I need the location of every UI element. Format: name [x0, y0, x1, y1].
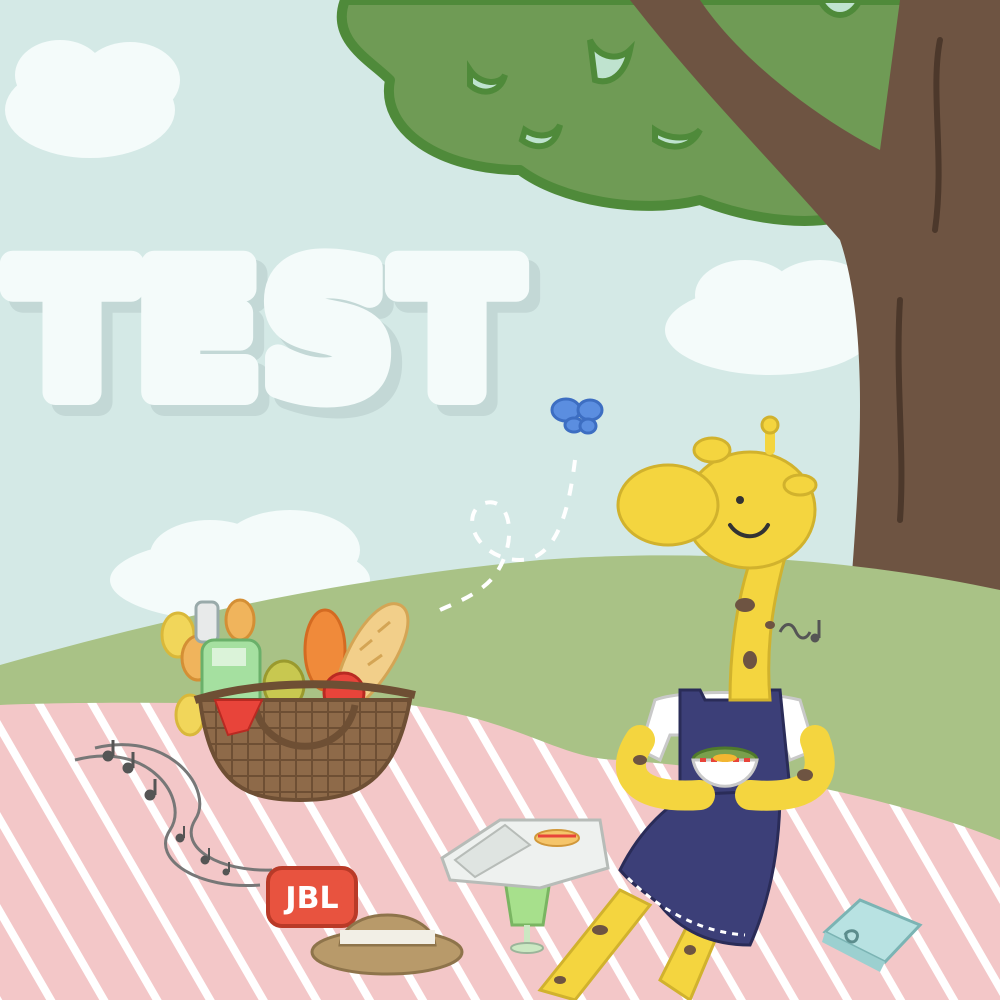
bluetooth-speaker-icon: JBL	[266, 866, 358, 928]
sky-text: TEST TEST	[0, 216, 541, 458]
speaker-brand-label: JBL	[283, 881, 338, 916]
cloud-top-left	[5, 40, 180, 158]
sky-text-cloud: TEST	[12, 229, 523, 434]
picnic-scene: TEST TEST JBL	[0, 0, 1000, 1000]
picnic-illustration: TEST TEST JBL	[0, 0, 1000, 1000]
